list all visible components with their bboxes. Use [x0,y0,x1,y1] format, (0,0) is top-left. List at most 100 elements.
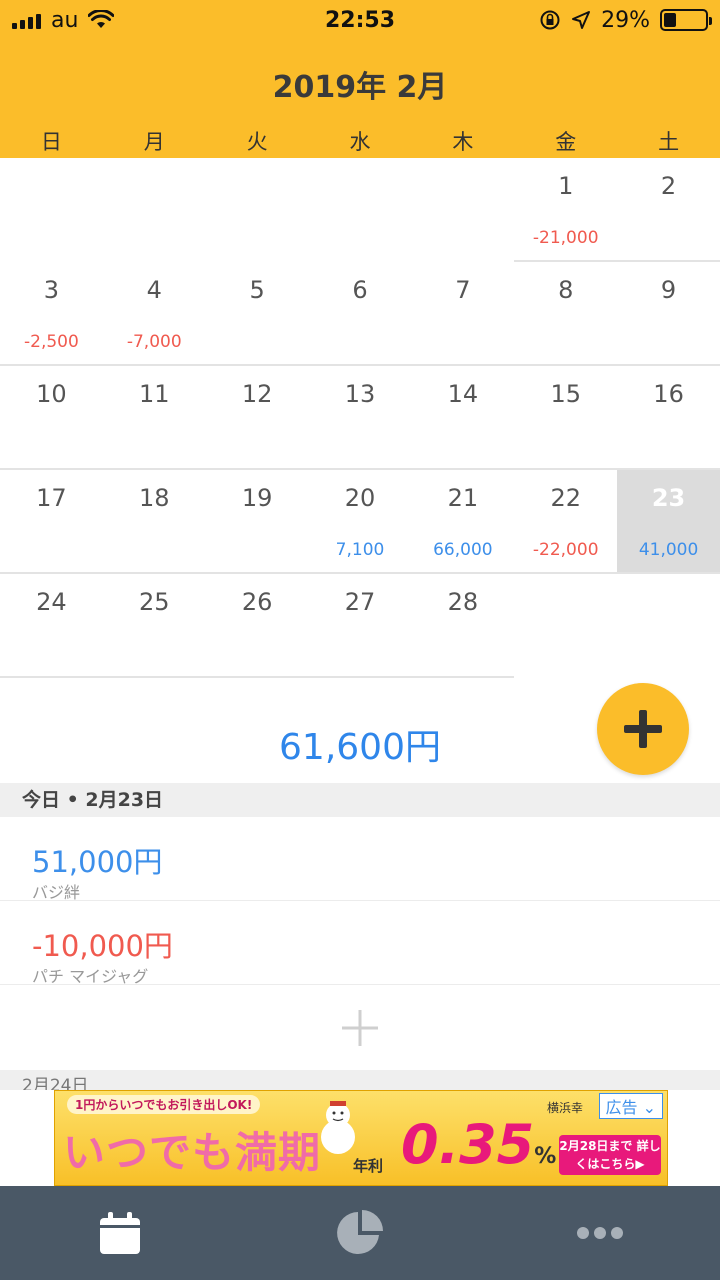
calendar-grid: 1 -21,000 2 3 -2,500 4 -7,000 5 6 7 8 9 10 11 12 13 14 15… [0,158,720,678]
day-number: 14 [447,380,479,408]
weekday-label: 木 [452,130,474,154]
calendar-day-cell[interactable]: 6 [308,262,412,366]
weekday-label: 月 [143,130,165,154]
ad-percent: % [534,1144,557,1169]
calendar-header: 2019年 2月 日 月 火 水 木 金 土 [0,40,720,158]
calendar-day-cell[interactable]: 2 [617,158,720,262]
calendar-day-cell[interactable]: 8 [514,262,618,366]
calendar-day-cell[interactable]: 10 [0,366,103,470]
calendar-day-cell[interactable]: 18 [102,470,206,574]
calendar-day-cell[interactable]: 1 -21,000 [514,158,618,262]
add-entry-row[interactable] [0,986,720,1070]
tab-bar [0,1186,720,1280]
battery-percent: 29% [601,7,650,33]
calendar-day-cell[interactable]: 16 [617,366,720,470]
day-amount: 41,000 [638,540,699,560]
list-item[interactable]: -10,000円 パチ マイジャグ [0,901,720,986]
day-number: 16 [653,380,684,408]
day-number: 19 [241,484,273,512]
today-date-header: 今日 • 2月23日 [0,783,720,817]
entry-note: バジ絆 [32,883,81,902]
calendar-day-cell[interactable]: 17 [0,470,103,574]
list-item[interactable]: 51,000円 バジ絆 [0,817,720,902]
weekday-row: 日 月 火 水 木 金 土 [0,126,720,156]
calendar-day-cell[interactable]: 5 [205,262,309,366]
entry-amount: 51,000円 [32,845,163,879]
calendar-day-cell[interactable]: 20 7,100 [308,470,412,574]
calendar-day-cell[interactable]: 13 [308,366,412,470]
pie-chart-icon [337,1210,383,1254]
weekday-label: 土 [658,130,680,154]
calendar-day-cell[interactable]: 7 [411,262,515,366]
signal-icon [12,11,41,29]
ad-subtitle: 1円からいつでもお引き出しOK! [67,1095,261,1114]
day-number: 1 [558,172,574,200]
calendar-day-cell[interactable]: 28 [411,574,515,678]
rotation-lock-icon [540,10,560,30]
tab-more[interactable] [480,1186,720,1280]
calendar-day-cell[interactable]: 9 [617,262,720,366]
day-number: 2 [660,172,677,200]
calendar-day-cell[interactable]: 11 [102,366,206,470]
day-number: 8 [558,276,574,304]
ad-brand: 横浜幸 [547,1101,584,1115]
calendar-day-cell[interactable]: 19 [205,470,309,574]
calendar-day-cell[interactable]: 21 66,000 [411,470,515,574]
calendar-day-cell[interactable]: 27 [308,574,412,678]
calendar-day-cell[interactable]: 23 41,000 [617,470,720,574]
day-number: 24 [36,588,67,616]
day-number: 22 [550,484,581,512]
day-number: 26 [241,588,273,616]
ad-headline: いつでも満期 [63,1128,322,1177]
day-number: 13 [344,380,376,408]
entry-note: パチ マイジャグ [32,967,149,986]
add-entry-button[interactable] [597,683,689,775]
calendar-day-cell[interactable]: 26 [205,574,309,678]
battery-icon [660,9,712,31]
calendar-day-cell[interactable]: 15 [514,366,618,470]
ad-badge[interactable]: 広告 ⌄ [598,1093,663,1119]
ad-cta[interactable]: 2月28日まで 詳しくはこちら▶ [559,1135,661,1175]
day-number: 17 [36,484,67,512]
day-amount: -22,000 [532,540,599,560]
calendar-day-cell[interactable]: 4 -7,000 [102,262,206,366]
weekday-label: 水 [349,130,371,154]
location-icon [572,11,591,29]
tab-calendar[interactable] [0,1186,240,1280]
day-amount: 7,100 [335,540,385,560]
calendar-day-cell[interactable]: 22 -22,000 [514,470,618,574]
month-title[interactable]: 2019年 2月 [0,62,720,106]
entry-amount: -10,000円 [32,929,173,963]
weekday-label: 火 [246,130,268,154]
day-number: 21 [447,484,479,512]
day-number: 18 [139,484,170,512]
day-number: 27 [344,588,376,616]
ad-rate-value: 0.35 [401,1113,535,1176]
weekday-label: 日 [40,130,62,154]
calendar-icon [100,1212,140,1254]
plus-icon [624,710,662,748]
day-amount: -2,500 [24,332,79,352]
day-amount: -7,000 [126,332,182,352]
day-number: 23 [651,484,686,512]
snowman-icon [321,1101,355,1154]
day-number: 9 [660,276,677,304]
calendar-day-cell[interactable]: 14 [411,366,515,470]
clock: 22:53 [324,7,396,33]
calendar-day-cell[interactable]: 3 -2,500 [0,262,103,366]
day-amount: 66,000 [433,540,493,560]
day-number: 15 [550,380,581,408]
calendar-day-cell[interactable]: 12 [205,366,309,470]
day-number: 6 [352,276,368,304]
ad-banner[interactable]: 1円からいつでもお引き出しOK! いつでも満期 年利 0.35% 横浜幸 広告 … [54,1090,668,1186]
day-number: 25 [139,588,170,616]
day-number: 4 [146,276,162,304]
status-bar: au 22:53 29% [0,0,720,40]
day-number: 3 [43,276,60,304]
day-number: 11 [139,380,170,408]
calendar-day-cell[interactable]: 24 [0,574,103,678]
tab-report[interactable] [240,1186,480,1280]
calendar-day-cell[interactable]: 25 [102,574,206,678]
plus-icon [342,1010,378,1046]
next-date-header: 2月24日 [0,1070,720,1090]
